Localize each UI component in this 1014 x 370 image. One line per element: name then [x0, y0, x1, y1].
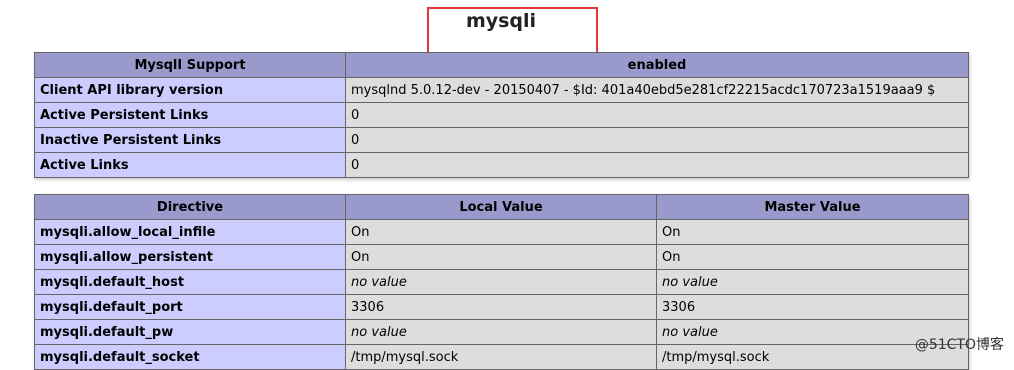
table-header-row: Directive Local Value Master Value: [34, 194, 969, 220]
table-row: mysqli.default_socket /tmp/mysql.sock /t…: [34, 344, 969, 370]
column-header: enabled: [345, 52, 969, 78]
directive-name: mysqli.default_host: [34, 269, 346, 295]
row-value: mysqlnd 5.0.12-dev - 20150407 - $Id: 401…: [345, 77, 969, 103]
directive-name: mysqli.allow_persistent: [34, 244, 346, 270]
directive-name: mysqli.default_socket: [34, 344, 346, 370]
local-value: no value: [345, 269, 657, 295]
table-row: mysqli.allow_local_infile On On: [34, 219, 969, 245]
mysqli-support-table: MysqlI Support enabled Client API librar…: [34, 52, 969, 178]
row-value: 0: [345, 127, 969, 153]
local-value: 3306: [345, 294, 657, 320]
column-header: Local Value: [345, 194, 657, 220]
master-value: On: [656, 244, 969, 270]
local-value: no value: [345, 319, 657, 345]
column-header: Master Value: [656, 194, 969, 220]
local-value: /tmp/mysql.sock: [345, 344, 657, 370]
directive-table: Directive Local Value Master Value mysql…: [34, 194, 969, 370]
local-value: On: [345, 244, 657, 270]
master-value: 3306: [656, 294, 969, 320]
table-row: Client API library version mysqlnd 5.0.1…: [34, 77, 969, 103]
table-row: Active Persistent Links 0: [34, 102, 969, 128]
table-row: mysqli.default_port 3306 3306: [34, 294, 969, 320]
table-row: mysqli.default_host no value no value: [34, 269, 969, 295]
column-header: MysqlI Support: [34, 52, 346, 78]
table-row: Inactive Persistent Links 0: [34, 127, 969, 153]
row-value: 0: [345, 102, 969, 128]
directive-name: mysqli.default_pw: [34, 319, 346, 345]
directive-name: mysqli.default_port: [34, 294, 346, 320]
column-header: Directive: [34, 194, 346, 220]
table-row: Active Links 0: [34, 152, 969, 178]
table-row: mysqli.allow_persistent On On: [34, 244, 969, 270]
row-value: 0: [345, 152, 969, 178]
row-label: Active Persistent Links: [34, 102, 346, 128]
table-header-row: MysqlI Support enabled: [34, 52, 969, 78]
highlight-annotation-box: [427, 7, 598, 55]
local-value: On: [345, 219, 657, 245]
row-label: Client API library version: [34, 77, 346, 103]
row-label: Inactive Persistent Links: [34, 127, 346, 153]
master-value: On: [656, 219, 969, 245]
row-label: Active Links: [34, 152, 346, 178]
master-value: no value: [656, 269, 969, 295]
directive-name: mysqli.allow_local_infile: [34, 219, 346, 245]
table-row: mysqli.default_pw no value no value: [34, 319, 969, 345]
watermark: @51CTO博客: [914, 337, 1004, 353]
